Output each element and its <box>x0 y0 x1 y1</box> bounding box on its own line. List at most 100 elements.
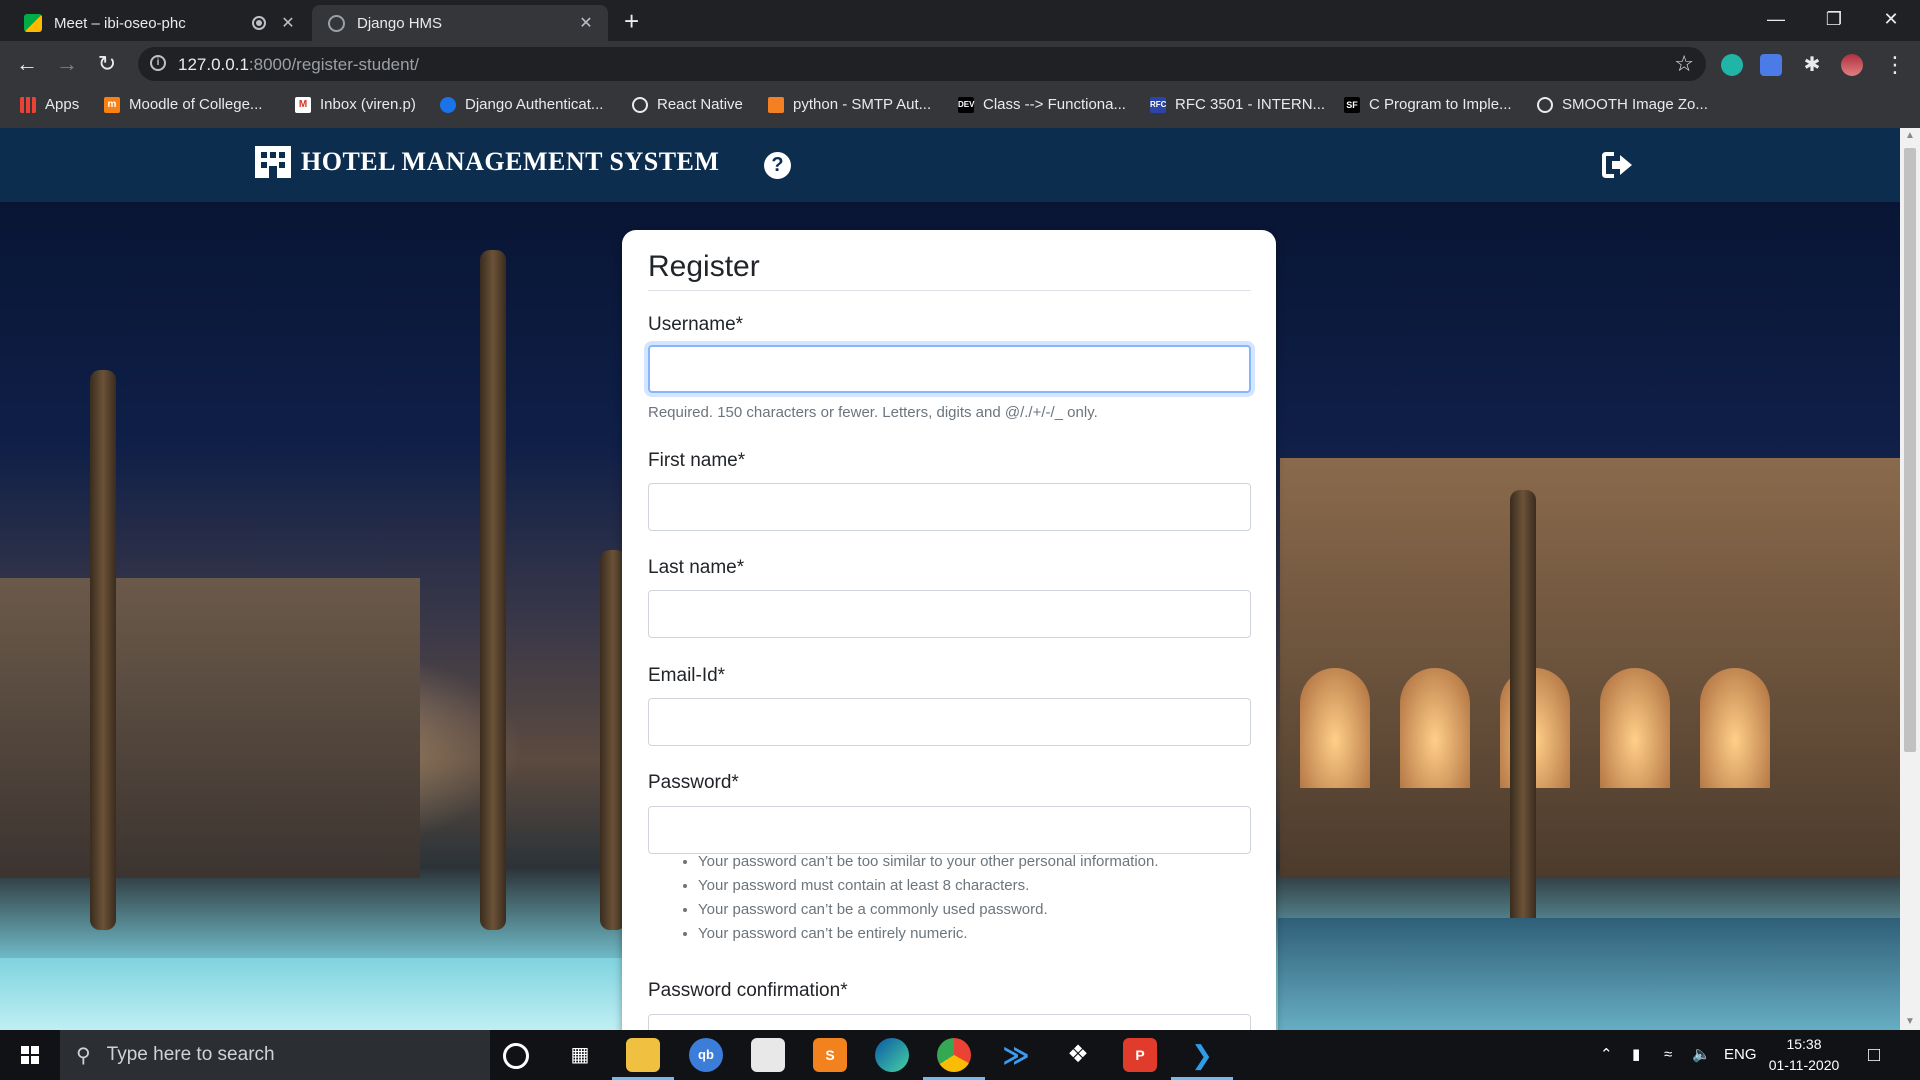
site-navbar: HOTEL MANAGEMENT SYSTEM ? <box>0 128 1900 202</box>
username-input[interactable] <box>648 345 1251 393</box>
site-info-icon[interactable]: i <box>150 55 166 71</box>
translate-extension-icon[interactable] <box>1760 54 1782 76</box>
search-placeholder: Type here to search <box>106 1044 275 1065</box>
register-card: Register Username* Required. 150 charact… <box>622 230 1276 1030</box>
google-meet-icon <box>24 14 42 32</box>
palm-tree <box>90 370 116 930</box>
help-question-icon[interactable]: ? <box>764 152 791 179</box>
building-right <box>1280 458 1900 878</box>
vscode-icon[interactable]: ❯ <box>1171 1038 1233 1080</box>
django-auth-icon <box>440 96 456 113</box>
visual-studio-icon[interactable]: ≫ <box>999 1038 1033 1072</box>
last-name-label: Last name* <box>648 557 745 578</box>
bookmark-rfc[interactable]: RFC RFC 3501 - INTERN... <box>1150 96 1325 113</box>
page-viewport: HOTEL MANAGEMENT SYSTEM ? Register Usern… <box>0 128 1900 1030</box>
close-window-button[interactable]: ✕ <box>1862 0 1920 40</box>
language-indicator[interactable]: ENG <box>1724 1030 1757 1080</box>
brand-title: HOTEL MANAGEMENT SYSTEM <box>301 147 720 176</box>
scroll-up-arrow-icon[interactable]: ▲ <box>1900 128 1920 144</box>
new-tab-button[interactable]: + <box>624 8 639 34</box>
menu-dots-icon[interactable]: ⋮ <box>1884 54 1906 76</box>
arch <box>1600 668 1670 788</box>
url-text[interactable]: 127.0.0.1:8000/register-student/ <box>178 55 419 75</box>
hotel-building-icon <box>255 146 291 178</box>
bookmark-star-icon[interactable]: ☆ <box>1674 51 1694 77</box>
bookmark-smooth-image[interactable]: SMOOTH Image Zo... <box>1537 96 1708 113</box>
scrollbar-thumb[interactable] <box>1904 148 1916 752</box>
search-icon: ⚲ <box>76 1044 91 1067</box>
email-input[interactable] <box>648 698 1251 746</box>
meet-extension-icon[interactable] <box>1721 54 1743 76</box>
extensions-puzzle-icon[interactable]: ✱ <box>1801 54 1823 76</box>
apps-grid-icon <box>20 96 36 113</box>
password-rule: Your password can’t be a commonly used p… <box>698 898 1159 922</box>
profile-avatar[interactable] <box>1841 54 1863 76</box>
chrome-icon[interactable] <box>923 1038 985 1080</box>
palm-tree <box>1510 490 1536 930</box>
bookmark-moodle[interactable]: m Moodle of College... <box>104 96 262 113</box>
dev-icon: DEV <box>958 96 974 113</box>
password-confirm-label: Password confirmation* <box>648 980 848 1001</box>
bookmark-inbox[interactable]: M Inbox (viren.p) <box>295 96 416 113</box>
notifications-icon[interactable]: □ <box>1868 1030 1880 1080</box>
clock-date: 01-11-2020 <box>1768 1057 1840 1073</box>
wifi-icon[interactable]: ≈ <box>1664 1030 1672 1080</box>
globe-icon <box>632 96 648 113</box>
taskbar-clock[interactable]: 15:38 01-11-2020 <box>1760 1034 1848 1076</box>
moodle-icon: m <box>104 96 120 113</box>
cortana-icon[interactable] <box>503 1043 529 1069</box>
first-name-label: First name* <box>648 450 746 471</box>
windows-start-icon[interactable] <box>0 1030 60 1080</box>
building-left <box>0 578 420 878</box>
tab-title: Django HMS <box>357 14 443 32</box>
tab-meet[interactable]: Meet – ibi-oseo-phc ✕ <box>8 5 310 41</box>
bookmarks-bar: Apps m Moodle of College... M Inbox (viren… <box>0 87 1920 129</box>
volume-icon[interactable]: 🔈 <box>1692 1030 1711 1080</box>
edge-icon[interactable] <box>875 1038 909 1072</box>
bookmark-dev[interactable]: DEV Class --> Functiona... <box>958 96 1126 113</box>
scroll-down-arrow-icon[interactable]: ▼ <box>1900 1014 1920 1030</box>
arch <box>1700 668 1770 788</box>
task-view-icon[interactable]: ▦ <box>563 1038 597 1072</box>
back-arrow-icon[interactable]: ← <box>13 50 41 78</box>
postman-icon[interactable]: P <box>1123 1038 1157 1072</box>
password-rules-list: Your password can’t be too similar to yo… <box>648 850 1159 946</box>
brand-link[interactable]: HOTEL MANAGEMENT SYSTEM <box>255 146 719 178</box>
first-name-input[interactable] <box>648 483 1251 531</box>
tab-django-hms[interactable]: Django HMS ✕ <box>312 5 608 41</box>
show-hidden-icons-chevron-icon[interactable]: ⌃ <box>1600 1030 1613 1080</box>
globe-icon <box>328 14 345 32</box>
reload-icon[interactable]: ↻ <box>93 50 121 78</box>
dropbox-icon[interactable]: ❖ <box>1061 1038 1095 1072</box>
microsoft-store-icon[interactable] <box>751 1038 785 1072</box>
email-label: Email-Id* <box>648 665 726 686</box>
password-confirm-input[interactable] <box>648 1014 1251 1030</box>
sublime-text-icon[interactable]: S <box>813 1038 847 1072</box>
battery-icon[interactable]: ▮ <box>1632 1030 1640 1080</box>
address-bar[interactable]: i 127.0.0.1:8000/register-student/ ☆ <box>138 47 1706 81</box>
stackoverflow-icon <box>768 96 784 113</box>
qbittorrent-icon[interactable]: qb <box>689 1038 723 1072</box>
taskbar-search-box[interactable]: ⚲ Type here to search <box>60 1030 490 1080</box>
file-explorer-icon[interactable] <box>612 1038 674 1080</box>
rfc-icon: RFC <box>1150 96 1166 113</box>
password-input[interactable] <box>648 806 1251 854</box>
bookmark-django-auth[interactable]: Django Authenticat... <box>440 96 603 113</box>
password-label: Password* <box>648 772 739 793</box>
close-tab-icon[interactable]: ✕ <box>574 13 598 33</box>
bookmark-c-program[interactable]: SF C Program to Imple... <box>1344 96 1512 113</box>
bookmark-python-smtp[interactable]: python - SMTP Aut... <box>768 96 931 113</box>
divider <box>648 290 1251 291</box>
maximize-button[interactable]: ❐ <box>1805 0 1863 40</box>
pool-left <box>0 958 622 1030</box>
bookmark-apps[interactable]: Apps <box>20 96 79 113</box>
logout-icon[interactable] <box>1602 150 1634 180</box>
bookmark-react-native[interactable]: React Native <box>632 96 743 113</box>
username-help-text: Required. 150 characters or fewer. Lette… <box>648 404 1098 421</box>
last-name-input[interactable] <box>648 590 1251 638</box>
minimize-button[interactable]: — <box>1747 0 1805 40</box>
password-rule: Your password must contain at least 8 ch… <box>698 874 1159 898</box>
forward-arrow-icon[interactable]: → <box>53 50 81 78</box>
page-scrollbar[interactable]: ▲ ▼ <box>1900 128 1920 1030</box>
close-tab-icon[interactable]: ✕ <box>276 13 300 33</box>
